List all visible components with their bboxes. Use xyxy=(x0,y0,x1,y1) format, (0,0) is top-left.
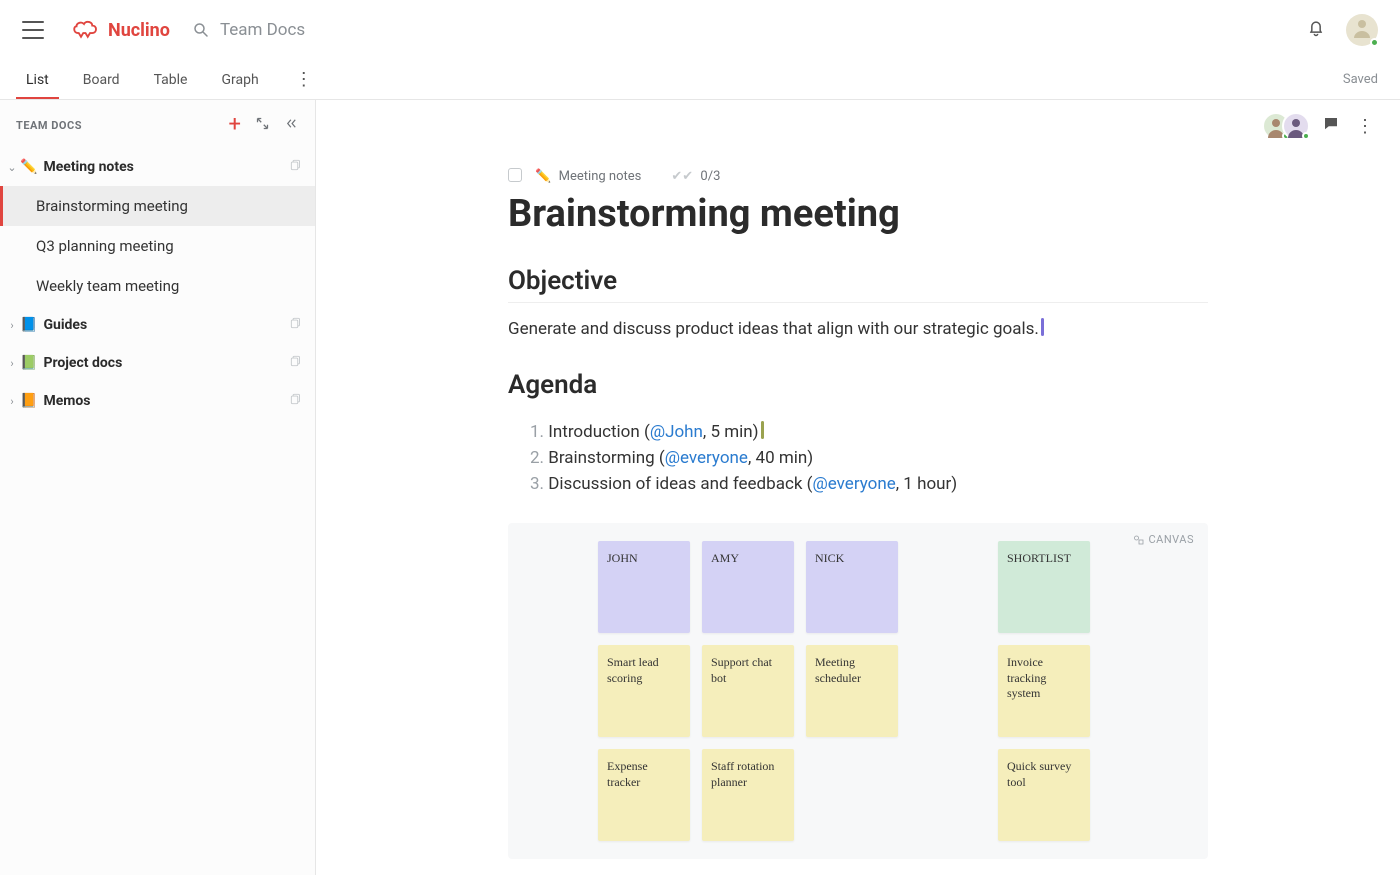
task-count: 0/3 xyxy=(700,169,720,184)
sidebar-item-guides[interactable]: › 📘 Guides xyxy=(0,306,315,344)
tab-list[interactable]: List xyxy=(22,62,53,98)
mention-john[interactable]: @John xyxy=(650,422,703,442)
pencil-icon: ✏️ xyxy=(535,169,551,184)
tab-more-button[interactable]: ⋮ xyxy=(289,65,319,94)
sidebar-child-brainstorming[interactable]: Brainstorming meeting xyxy=(0,186,315,226)
collection-icon xyxy=(289,316,303,334)
presence-dot-icon xyxy=(1302,132,1310,140)
add-item-button[interactable]: + xyxy=(229,114,241,136)
sidebar-item-project-docs[interactable]: › 📗 Project docs xyxy=(0,344,315,382)
tab-board[interactable]: Board xyxy=(79,62,124,98)
blue-book-icon: 📘 xyxy=(20,317,37,333)
canvas-board[interactable]: CANVAS JOHN AMY NICK SHORTLIST Smart lea… xyxy=(508,523,1208,859)
canvas-card[interactable]: SHORTLIST xyxy=(998,541,1090,633)
canvas-card[interactable]: AMY xyxy=(702,541,794,633)
mention-everyone[interactable]: @everyone xyxy=(665,448,748,468)
breadcrumb-label[interactable]: Meeting notes xyxy=(559,169,642,184)
page-title[interactable]: Brainstorming meeting xyxy=(508,192,1208,238)
breadcrumb: ✏️ Meeting notes ✔✔ 0/3 xyxy=(508,168,1208,192)
mention-everyone[interactable]: @everyone xyxy=(813,474,896,494)
chevrons-left-icon xyxy=(284,116,299,131)
collapse-sidebar-button[interactable] xyxy=(284,116,299,135)
canvas-card[interactable]: Expense tracker xyxy=(598,749,690,841)
canvas-card[interactable]: Smart lead scoring xyxy=(598,645,690,737)
save-status: Saved xyxy=(1343,72,1378,87)
canvas-card[interactable]: Quick survey tool xyxy=(998,749,1090,841)
canvas-card[interactable]: Meeting scheduler xyxy=(806,645,898,737)
remote-cursor-icon xyxy=(1041,318,1044,336)
notifications-button[interactable] xyxy=(1306,18,1326,42)
brand-name: Nuclino xyxy=(108,20,170,41)
expand-icon xyxy=(255,116,270,131)
chevron-down-icon: ⌄ xyxy=(6,161,18,174)
sidebar-item-label: Memos xyxy=(43,393,90,409)
sidebar-item-memos[interactable]: › 📙 Memos xyxy=(0,382,315,420)
double-check-icon: ✔✔ xyxy=(671,169,693,184)
document-pane: ⋮ ✏️ Meeting notes ✔✔ 0/3 Brainstorming … xyxy=(316,100,1400,875)
canvas-card[interactable]: Support chat bot xyxy=(702,645,794,737)
workspace-name: TEAM DOCS xyxy=(16,119,82,132)
collaborator-avatar[interactable] xyxy=(1282,112,1310,140)
expand-button[interactable] xyxy=(255,116,270,135)
search-placeholder: Team Docs xyxy=(220,20,305,40)
sidebar-item-label: Guides xyxy=(43,317,87,333)
collection-icon xyxy=(289,354,303,372)
search-button[interactable]: Team Docs xyxy=(192,20,305,40)
comment-icon xyxy=(1322,115,1340,133)
comments-button[interactable] xyxy=(1322,115,1340,137)
agenda-item[interactable]: 3. Discussion of ideas and feedback (@ev… xyxy=(530,471,1208,497)
canvas-badge: CANVAS xyxy=(1133,533,1195,546)
canvas-card[interactable]: Staff rotation planner xyxy=(702,749,794,841)
agenda-item[interactable]: 2. Brainstorming (@everyone, 40 min) xyxy=(530,445,1208,471)
sidebar-child-weekly-team[interactable]: Weekly team meeting xyxy=(0,266,315,306)
sidebar-item-label: Meeting notes xyxy=(43,159,133,175)
agenda-heading[interactable]: Agenda xyxy=(508,342,1208,406)
agenda-list[interactable]: 1. Introduction (@John, 5 min) 2. Brains… xyxy=(508,406,1208,497)
checkbox-icon[interactable] xyxy=(508,168,522,182)
menu-button[interactable] xyxy=(22,21,44,39)
green-book-icon: 📗 xyxy=(20,355,37,371)
brain-icon xyxy=(72,19,102,41)
sidebar-item-label: Project docs xyxy=(43,355,122,371)
canvas-card[interactable]: Invoice tracking system xyxy=(998,645,1090,737)
doc-more-button[interactable]: ⋮ xyxy=(1352,116,1378,137)
user-avatar[interactable] xyxy=(1346,14,1378,46)
chevron-right-icon: › xyxy=(6,357,18,370)
canvas-card[interactable]: JOHN xyxy=(598,541,690,633)
collection-icon xyxy=(289,158,303,176)
collaborators[interactable] xyxy=(1262,112,1310,140)
tab-graph[interactable]: Graph xyxy=(217,62,262,98)
canvas-card[interactable]: NICK xyxy=(806,541,898,633)
pencil-icon: ✏️ xyxy=(20,159,37,175)
sidebar-item-meeting-notes[interactable]: ⌄ ✏️ Meeting notes xyxy=(0,148,315,186)
orange-book-icon: 📙 xyxy=(20,393,37,409)
sidebar: TEAM DOCS + ⌄ ✏️ Meeting notes Brainstor… xyxy=(0,100,316,875)
agenda-item[interactable]: 1. Introduction (@John, 5 min) xyxy=(530,418,1208,445)
brand-logo[interactable]: Nuclino xyxy=(72,19,170,41)
search-icon xyxy=(192,21,210,39)
shapes-icon xyxy=(1133,534,1145,546)
bell-icon xyxy=(1306,18,1326,38)
sidebar-child-q3-planning[interactable]: Q3 planning meeting xyxy=(0,226,315,266)
tab-table[interactable]: Table xyxy=(150,62,192,98)
objective-body[interactable]: Generate and discuss product ideas that … xyxy=(508,303,1208,343)
chevron-right-icon: › xyxy=(6,395,18,408)
presence-dot-icon xyxy=(1370,38,1379,47)
collection-icon xyxy=(289,392,303,410)
chevron-right-icon: › xyxy=(6,319,18,332)
objective-heading[interactable]: Objective xyxy=(508,238,1208,303)
remote-cursor-icon xyxy=(761,421,764,439)
